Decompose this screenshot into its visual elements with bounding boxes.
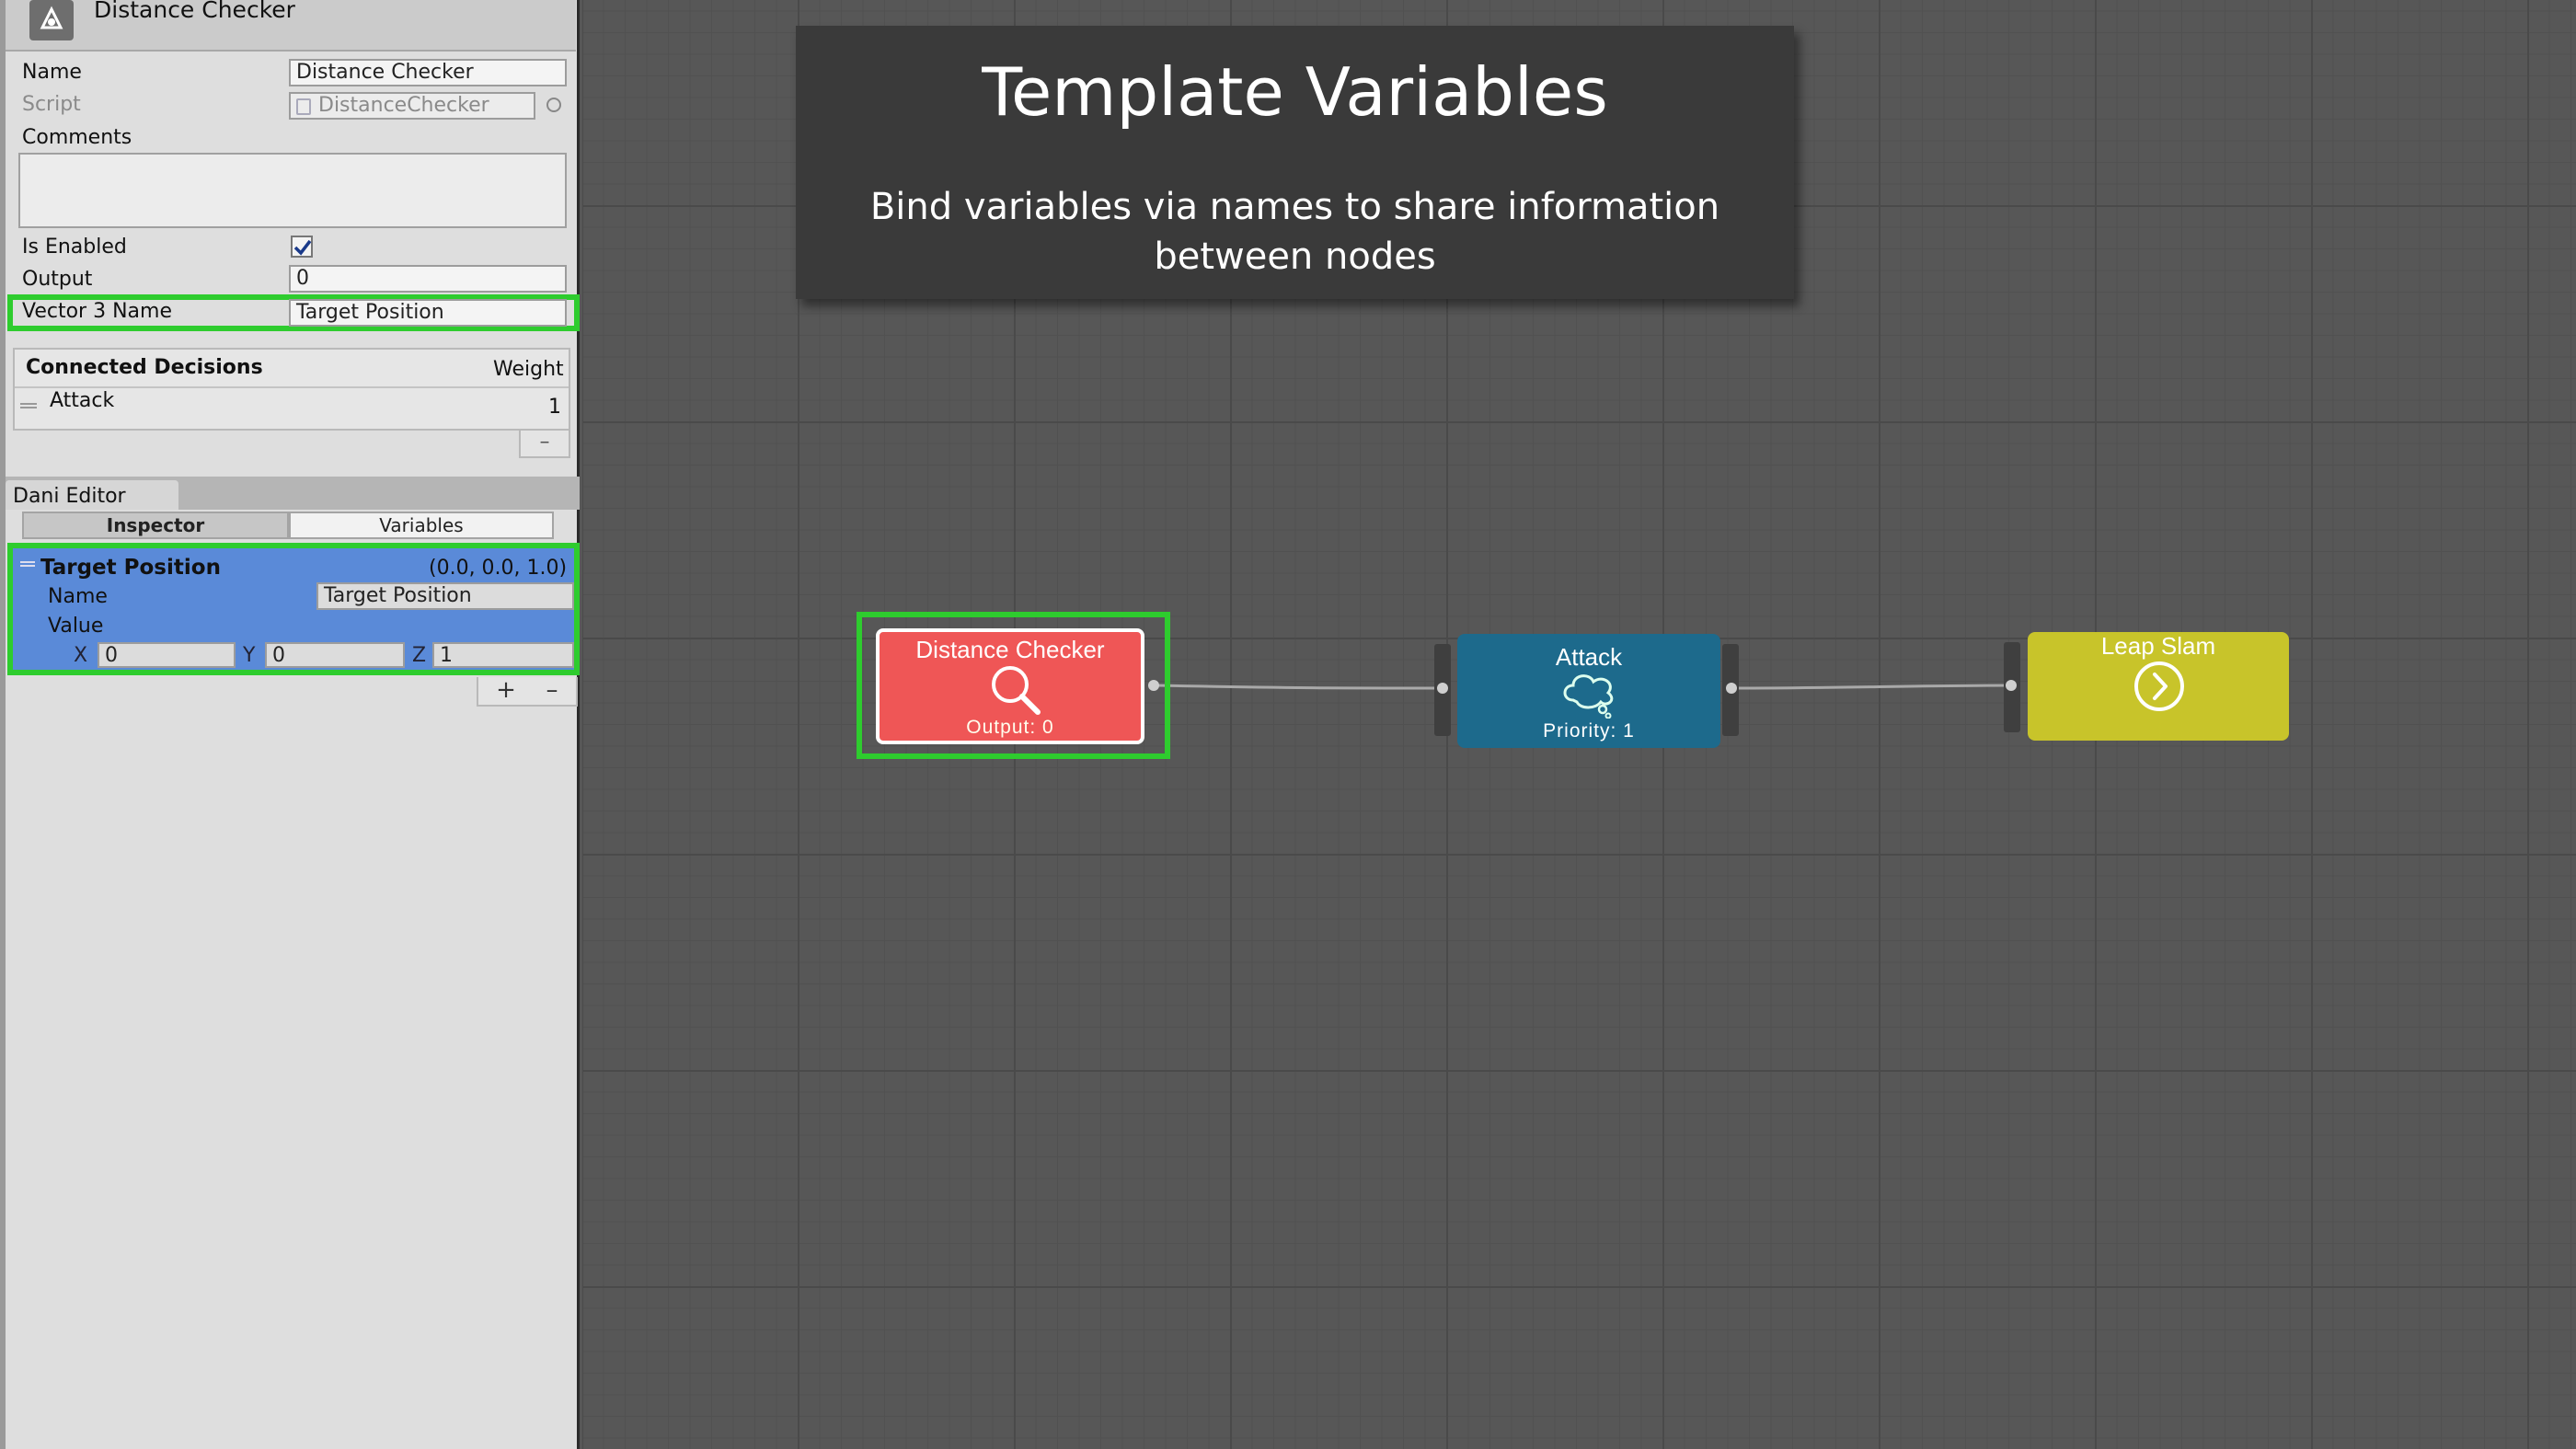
- attack-out-dot[interactable]: [1726, 683, 1737, 694]
- connection-attack-leapslam: [1734, 684, 2012, 690]
- connection-distance-attack: [1156, 684, 1443, 690]
- distance-checker-output: Output: 0: [966, 717, 1054, 738]
- distance-checker-node[interactable]: Distance Checker Output: 0: [876, 628, 1144, 744]
- distance-checker-title: Distance Checker: [915, 636, 1105, 663]
- magnifier-icon: [992, 666, 1041, 715]
- attack-in-dot[interactable]: [1437, 683, 1448, 694]
- attack-title: Attack: [1555, 643, 1623, 671]
- leap-slam-title: Leap Slam: [2100, 632, 2216, 660]
- distance-checker-out-port[interactable]: [1148, 680, 1159, 691]
- leap-slam-in-dot[interactable]: [2006, 680, 2017, 691]
- attack-node[interactable]: Attack Priority: 1: [1457, 634, 1720, 748]
- arrow-circle-icon: [2134, 661, 2184, 711]
- thought-bubble-icon: [1563, 674, 1614, 719]
- attack-priority: Priority: 1: [1543, 720, 1635, 742]
- leap-slam-node[interactable]: Leap Slam: [2028, 632, 2289, 741]
